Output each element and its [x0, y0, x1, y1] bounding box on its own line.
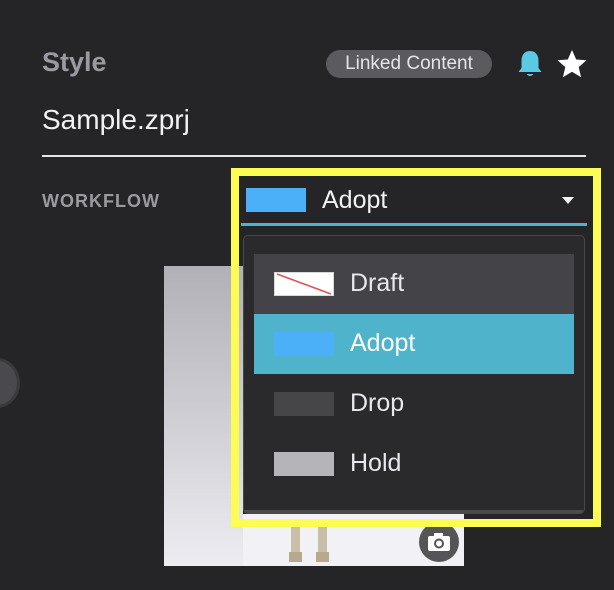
workflow-label: WORKFLOW — [42, 191, 160, 211]
workflow-option-hold[interactable]: Hold — [254, 434, 574, 494]
file-name[interactable]: Sample.zprj — [42, 104, 190, 136]
workflow-option-drop[interactable]: Drop — [254, 374, 574, 434]
panel-resize-handle[interactable] — [0, 358, 20, 408]
linked-content-badge[interactable]: Linked Content — [326, 50, 492, 78]
selected-swatch — [246, 188, 306, 212]
workflow-option-label: Adopt — [350, 329, 416, 357]
style-panel: Style Linked Content Sample.zprj WORKFLO… — [0, 0, 614, 590]
hold-swatch — [274, 452, 334, 476]
workflow-option-adopt[interactable]: Adopt — [254, 314, 574, 374]
draft-swatch — [274, 272, 334, 296]
drop-swatch — [274, 392, 334, 416]
star-icon[interactable] — [556, 48, 588, 80]
workflow-selected-value: Adopt — [322, 186, 388, 214]
workflow-option-label: Draft — [350, 269, 405, 297]
camera-icon — [428, 533, 450, 551]
workflow-option-label: Drop — [350, 389, 405, 417]
dropdown-scroll-edge — [244, 510, 584, 513]
workflow-select[interactable]: Adopt — [241, 178, 587, 226]
workflow-option-label: Hold — [350, 449, 402, 477]
adopt-swatch — [274, 332, 334, 356]
bell-icon[interactable] — [514, 48, 546, 80]
workflow-option-draft[interactable]: Draft — [254, 254, 574, 314]
avatar-feet-image — [289, 526, 329, 562]
workflow-dropdown-menu: Draft Adopt Drop Hold — [243, 235, 585, 514]
file-name-underline — [42, 155, 586, 157]
chevron-down-icon[interactable] — [561, 195, 575, 205]
section-title: Style — [42, 47, 107, 77]
camera-button[interactable] — [419, 522, 459, 562]
